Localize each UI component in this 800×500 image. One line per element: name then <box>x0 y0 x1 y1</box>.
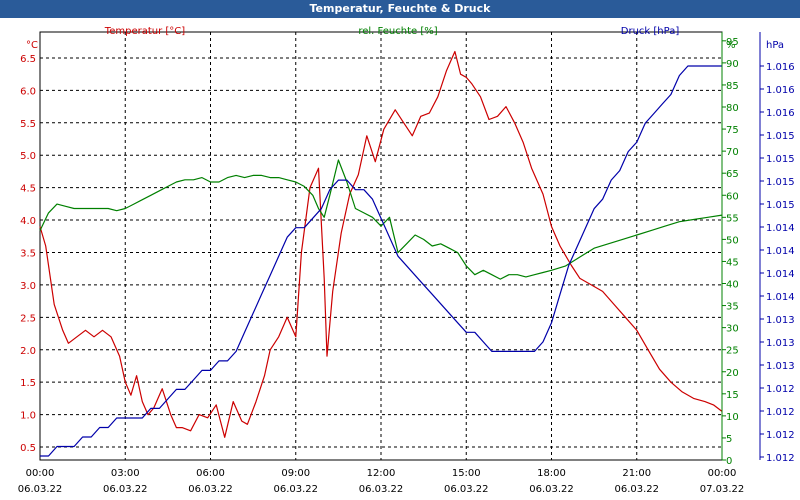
pressure-tick-label: 1.015 <box>766 177 795 188</box>
x-tick-date: 06.03.22 <box>444 484 489 495</box>
humidity-tick-label: 85 <box>726 81 739 92</box>
x-tick-time: 00:00 <box>26 468 55 479</box>
pressure-tick-label: 1.016 <box>766 62 795 73</box>
plot-frame <box>39 31 723 461</box>
humidity-tick-label: 80 <box>726 103 739 114</box>
pressure-tick-label: 1.014 <box>766 269 795 280</box>
temperature-unit: °C <box>26 40 38 51</box>
pressure-tick-label: 1.015 <box>766 154 795 165</box>
temperature-tick-label: 2.5 <box>20 313 36 324</box>
temperature-tick-label: 0.5 <box>20 443 36 454</box>
x-tick-time: 03:00 <box>111 468 140 479</box>
temperature-tick-label: 1.0 <box>20 411 36 422</box>
temperature-tick-label: 1.5 <box>20 378 36 389</box>
pressure-tick-label: 1.015 <box>766 200 795 211</box>
pressure-tick-label: 1.013 <box>766 361 795 372</box>
humidity-tick-label: 70 <box>726 147 739 158</box>
pressure-tick-label: 1.014 <box>766 246 795 257</box>
temperature-tick-label: 4.0 <box>20 216 36 227</box>
humidity-tick-label: 20 <box>726 368 739 379</box>
humidity-tick-label: 50 <box>726 235 739 246</box>
axes: 00:00 06.03.22 03:00 06.03.22 06:00 06.03.22 0… <box>18 32 795 495</box>
humidity-tick-label: 30 <box>726 324 739 335</box>
x-tick-time: 09:00 <box>281 468 310 479</box>
pressure-tick-label: 1.012 <box>766 407 795 418</box>
pressure-tick-label: 1.016 <box>766 85 795 96</box>
x-tick-time: 12:00 <box>367 468 396 479</box>
x-tick-date: 06.03.22 <box>103 484 148 495</box>
humidity-unit: % <box>726 40 736 51</box>
chart-window: Temperatur, Feuchte & Druck 00:00 06.03.2… <box>0 0 800 500</box>
x-tick-date: 07.03.22 <box>700 484 745 495</box>
x-tick-date: 06.03.22 <box>18 484 63 495</box>
temperature-tick-label: 2.0 <box>20 346 36 357</box>
temperature-tick-label: 3.5 <box>20 248 36 259</box>
x-tick-time: 18:00 <box>537 468 566 479</box>
pressure-unit: hPa <box>766 40 784 51</box>
pressure-tick-label: 1.016 <box>766 108 795 119</box>
humidity-tick-label: 45 <box>726 257 739 268</box>
temperature-tick-label: 3.0 <box>20 281 36 292</box>
temperature-tick-label: 5.5 <box>20 119 36 130</box>
x-tick-time: 21:00 <box>622 468 651 479</box>
pressure-tick-label: 1.015 <box>766 131 795 142</box>
humidity-tick-label: 65 <box>726 169 739 180</box>
chart-canvas: 00:00 06.03.22 03:00 06.03.22 06:00 06.03.22 0… <box>18 26 795 495</box>
humidity-axis-title: rel. Feuchte [%] <box>358 26 437 37</box>
temperature-tick-label: 6.0 <box>20 86 36 97</box>
pressure-tick-label: 1.012 <box>766 430 795 441</box>
humidity-tick-label: 0 <box>726 456 732 467</box>
pressure-tick-label: 1.013 <box>766 315 795 326</box>
x-tick-time: 15:00 <box>452 468 481 479</box>
pressure-tick-label: 1.014 <box>766 292 795 303</box>
pressure-tick-label: 1.012 <box>766 453 795 464</box>
humidity-tick-label: 10 <box>726 412 739 423</box>
humidity-tick-label: 90 <box>726 59 739 70</box>
pressure-tick-label: 1.012 <box>766 384 795 395</box>
x-tick-date: 06.03.22 <box>188 484 233 495</box>
pressure-tick-label: 1.013 <box>766 338 795 349</box>
grid <box>39 31 723 461</box>
humidity-tick-label: 5 <box>726 434 732 445</box>
x-tick-date: 06.03.22 <box>614 484 659 495</box>
pressure-axis-title: Druck [hPa] <box>621 26 680 37</box>
temperature-tick-label: 4.5 <box>20 184 36 195</box>
x-tick-time: 00:00 <box>708 468 737 479</box>
temperature-tick-label: 6.5 <box>20 54 36 65</box>
humidity-tick-label: 35 <box>726 302 739 313</box>
temperature-axis-title: Temperatur [°C] <box>104 26 185 37</box>
x-tick-time: 06:00 <box>196 468 225 479</box>
temperature-tick-label: 5.0 <box>20 151 36 162</box>
pressure-tick-label: 1.014 <box>766 223 795 234</box>
x-tick-date: 06.03.22 <box>273 484 318 495</box>
humidity-tick-label: 25 <box>726 346 739 357</box>
humidity-tick-label: 60 <box>726 191 739 202</box>
humidity-tick-label: 75 <box>726 125 739 136</box>
humidity-tick-label: 40 <box>726 280 739 291</box>
x-tick-date: 06.03.22 <box>359 484 404 495</box>
humidity-tick-label: 55 <box>726 213 739 224</box>
x-tick-date: 06.03.22 <box>529 484 574 495</box>
humidity-tick-label: 15 <box>726 390 739 401</box>
